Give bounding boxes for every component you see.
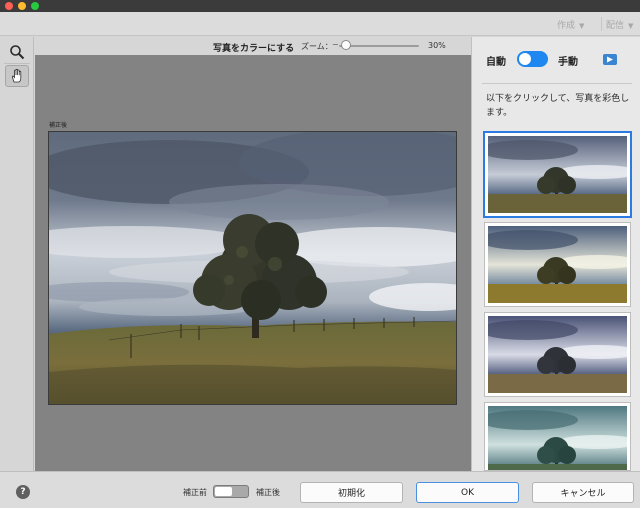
zoom-slider-thumb[interactable] bbox=[341, 40, 351, 50]
canvas-toolbar: 写真をカラーにする ズーム： − 30% bbox=[35, 37, 471, 55]
mode-toggle-knob bbox=[519, 53, 531, 65]
zoom-slider-track[interactable] bbox=[339, 45, 419, 47]
tutorial-video-button[interactable] bbox=[603, 54, 617, 65]
color-variant-thumbnail[interactable] bbox=[484, 222, 631, 307]
after-preview-label: 補正後 bbox=[49, 122, 68, 129]
magnifier-icon bbox=[10, 45, 25, 60]
auto-mode-label[interactable]: 自動 bbox=[486, 53, 506, 68]
create-menu[interactable]: 作成 ▼ bbox=[557, 18, 584, 31]
help-icon: ? bbox=[20, 487, 26, 497]
reset-button[interactable]: 初期化 bbox=[300, 482, 403, 503]
instruction-text: 以下をクリックして、写真を彩色します。 bbox=[486, 94, 630, 118]
title-bar bbox=[0, 0, 640, 12]
chevron-down-icon: ▼ bbox=[628, 22, 634, 30]
tool-strip bbox=[0, 37, 34, 471]
bottom-bar: ? 補正前 補正後 初期化 OK キャンセル bbox=[0, 471, 640, 508]
help-button[interactable]: ? bbox=[16, 485, 30, 499]
variant-teal-image bbox=[488, 406, 627, 470]
hand-tool-button[interactable] bbox=[5, 65, 29, 87]
preview-canvas[interactable]: 補正後 bbox=[35, 55, 471, 471]
create-menu-label: 作成 bbox=[557, 21, 576, 31]
cancel-button[interactable]: キャンセル bbox=[532, 482, 634, 503]
play-icon bbox=[607, 56, 613, 63]
zoom-value: 30% bbox=[428, 41, 446, 50]
menu-bar: 作成 ▼ 配信 ▼ bbox=[0, 12, 640, 36]
chevron-down-icon: ▼ bbox=[579, 22, 585, 30]
variant-cool-image bbox=[488, 316, 627, 393]
variant-warm-image bbox=[488, 226, 627, 303]
panel-divider bbox=[482, 83, 632, 84]
before-label: 補正前 bbox=[183, 488, 207, 497]
zoom-window-button[interactable] bbox=[31, 2, 39, 10]
close-window-button[interactable] bbox=[5, 2, 13, 10]
photo-preview[interactable] bbox=[48, 131, 457, 405]
mode-toggle[interactable] bbox=[517, 51, 548, 67]
minimize-window-button[interactable] bbox=[18, 2, 26, 10]
landscape-photo bbox=[49, 132, 456, 404]
zoom-minus-label: − bbox=[332, 40, 339, 49]
zoom-label: ズーム： bbox=[301, 42, 333, 51]
variant-natural-image bbox=[488, 136, 627, 213]
color-variant-thumbnail[interactable] bbox=[484, 402, 631, 471]
share-menu-label: 配信 bbox=[606, 21, 625, 31]
color-variant-thumbnail[interactable] bbox=[484, 132, 631, 217]
ok-button[interactable]: OK bbox=[416, 482, 519, 503]
hand-icon bbox=[11, 68, 22, 83]
zoom-tool-button[interactable] bbox=[5, 41, 29, 63]
after-label: 補正後 bbox=[256, 488, 280, 497]
tool-divider bbox=[4, 63, 30, 64]
before-after-toggle-knob bbox=[215, 487, 232, 496]
panel-title: 写真をカラーにする bbox=[213, 44, 295, 54]
manual-mode-label[interactable]: 手動 bbox=[558, 53, 578, 68]
share-menu[interactable]: 配信 ▼ bbox=[606, 18, 633, 31]
colorize-panel: 自動 手動 以下をクリックして、写真を彩色します。 bbox=[471, 37, 640, 471]
menu-divider bbox=[601, 17, 602, 31]
color-variant-thumbnail[interactable] bbox=[484, 312, 631, 397]
before-after-toggle[interactable] bbox=[213, 485, 249, 498]
